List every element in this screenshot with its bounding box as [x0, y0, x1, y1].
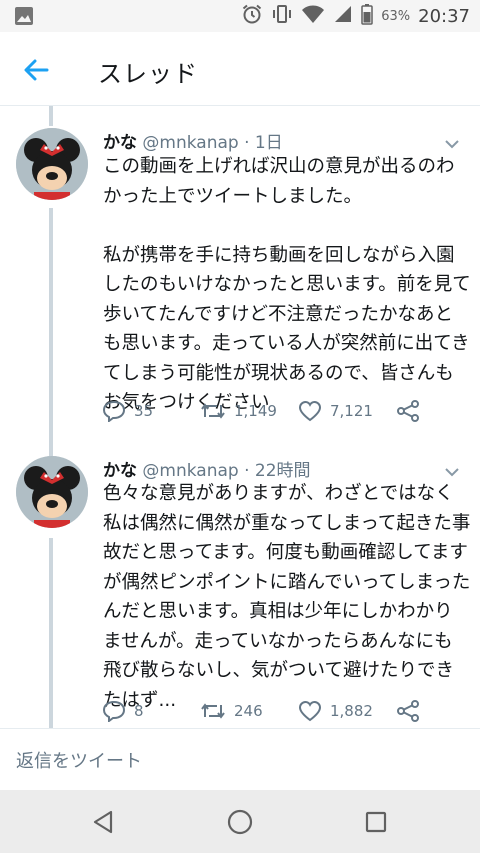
reply-button[interactable]: 35: [102, 400, 153, 422]
tweet-actions: 8 246 1,882: [100, 700, 440, 728]
retweet-button[interactable]: 246: [200, 700, 263, 722]
retweet-icon: [201, 403, 225, 419]
share-button[interactable]: [396, 400, 420, 422]
heart-icon: [298, 700, 322, 722]
arrow-left-icon: [24, 59, 49, 81]
wifi-icon: [301, 4, 325, 28]
tweet-actions: 35 1,149 7,121: [100, 400, 440, 428]
reply-count: 35: [134, 402, 154, 420]
share-icon: [397, 400, 419, 422]
retweet-button[interactable]: 1,149: [200, 400, 277, 422]
back-button[interactable]: [18, 52, 54, 88]
reply-button[interactable]: 8: [102, 700, 144, 722]
reply-composer[interactable]: 返信をツイート: [0, 728, 480, 790]
status-bar: 63% 20:37: [0, 0, 480, 32]
clock: 20:37: [418, 5, 470, 27]
reply-input[interactable]: 返信をツイート: [16, 747, 142, 773]
tweet-timestamp: · 22時間: [244, 461, 311, 481]
system-nav-bar: [0, 790, 480, 853]
avatar[interactable]: [16, 456, 88, 528]
reply-icon: [102, 700, 126, 722]
tweet-author-name[interactable]: かな: [103, 133, 137, 153]
tweet-text: この動画を上げれば沢山の意見が出るのわかった上でツイートしました。 私が携帯を手…: [103, 156, 471, 413]
reply-icon: [102, 400, 126, 422]
retweet-icon: [201, 703, 225, 719]
tweet-menu-button[interactable]: [442, 134, 462, 154]
square-recents-icon: [365, 811, 387, 833]
share-button[interactable]: [396, 700, 420, 722]
retweet-count: 246: [234, 702, 263, 720]
battery-icon: [361, 3, 373, 29]
nav-back-button[interactable]: [88, 806, 120, 838]
chevron-down-icon: [445, 140, 459, 149]
heart-icon: [298, 400, 322, 422]
tweet-author-name[interactable]: かな: [103, 461, 137, 481]
reply-count: 8: [134, 702, 144, 720]
circle-home-icon: [227, 809, 253, 835]
like-count: 7,121: [330, 402, 373, 420]
tweet-text: 色々な意見がありますが、わざとではなく私は偶然に偶然が重なってしまって起きた事故…: [103, 483, 471, 711]
retweet-count: 1,149: [234, 402, 277, 420]
tweet-timestamp: · 1日: [244, 133, 283, 153]
gallery-icon: [14, 6, 34, 30]
nav-home-button[interactable]: [224, 806, 256, 838]
tweet-author-handle[interactable]: @mnkanap: [142, 133, 238, 153]
like-button[interactable]: 7,121: [298, 400, 373, 422]
like-count: 1,882: [330, 702, 373, 720]
triangle-back-icon: [93, 810, 113, 834]
nav-recents-button[interactable]: [360, 806, 392, 838]
page-title: スレッド: [98, 60, 198, 88]
tweet[interactable]: かな @mnkanap · 1日 この動画を上げれば沢山の意見が出るのわかった上…: [0, 106, 480, 448]
like-button[interactable]: 1,882: [298, 700, 373, 722]
alarm-icon: [241, 3, 263, 29]
avatar[interactable]: [16, 128, 88, 200]
tweet[interactable]: かな @mnkanap · 22時間 色々な意見がありますが、わざとではなく私は…: [0, 436, 480, 728]
battery-percent: 63%: [381, 8, 411, 24]
signal-icon: [333, 4, 353, 28]
app-header: スレッド: [0, 32, 480, 106]
tweet-author-handle[interactable]: @mnkanap: [142, 461, 238, 481]
vibrate-icon: [271, 3, 293, 29]
share-icon: [397, 700, 419, 722]
